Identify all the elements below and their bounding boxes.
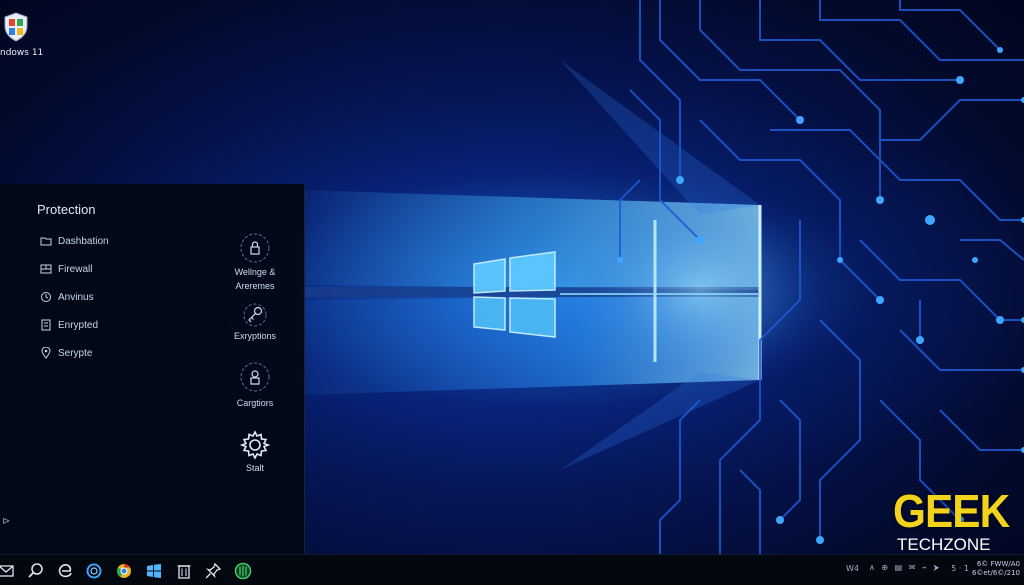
desktop-app-label: ndows 11 [0,48,44,58]
clock[interactable]: 6© FWW/A0 6©et/6©/210 [972,560,1020,578]
chrome-icon[interactable] [114,561,134,581]
protection-panel: Protection Dashbation Firewall Anvinus E… [0,184,305,554]
trash-icon[interactable] [174,561,194,581]
taskbar: W4 ∧ ⊕ ▤ ✉ ⌁ ⮞ 5 · 1 6© FWW/A0 6©et/6©/2… [0,554,1024,585]
menu-item-label: Anvinus [58,291,94,303]
action-label: Stalt [245,463,264,473]
start-button[interactable]: Stalt [210,430,300,474]
encryptions-button[interactable]: Exryptions [210,302,300,342]
menu-item-label: Firewall [58,263,93,275]
menu-item-label: Serypte [58,347,93,359]
action-label: Wellnge & [234,267,276,277]
action-label: Exryptions [233,331,277,341]
action-label-2: Areremes [235,281,275,291]
geek-techzone-watermark: GEEK TECHZONE [893,488,1013,558]
menu-item-dashboard[interactable]: Dashbation [40,232,109,250]
watermark-line1: GEEK [893,485,1010,537]
location-pin-icon [41,347,51,359]
menu-item-antivirus[interactable]: Anvinus [40,288,94,306]
system-tray[interactable]: W4 ∧ ⊕ ▤ ✉ ⌁ ⮞ 5 · 1 [846,563,969,573]
watermark-line2: TECHZONE [897,535,991,554]
settings-and-awareness-button[interactable]: Wellnge & Areremes [210,232,300,292]
menu-item-encrypted[interactable]: Enrypted [40,316,98,334]
pin-icon[interactable] [203,561,223,581]
firewall-icon [40,264,52,274]
menu-item-label: Dashbation [58,235,109,247]
search-icon[interactable] [26,561,46,581]
menu-item-firewall[interactable]: Firewall [40,260,92,278]
panel-title: Protection [37,202,96,217]
mail-icon[interactable] [0,561,16,581]
cortana-icon[interactable] [84,561,104,581]
menu-item-label: Enrypted [58,319,99,331]
gear-icon [240,430,270,460]
padlock-icon [240,362,270,392]
lock-icon [240,233,270,263]
edge-icon[interactable] [55,561,75,581]
tray-numbers: 5 · 1 [951,563,969,573]
desktop-app-shortcut[interactable]: ndows 11 [0,8,60,58]
defender-icon[interactable] [233,561,253,581]
collapse-glyph[interactable]: ⊳ [2,516,10,527]
defender-shield-icon [4,12,28,42]
key-icon [243,303,267,327]
tray-label: W4 [846,563,859,573]
clock-line2: 6©et/6©/210 [971,569,1020,577]
windows-icon[interactable] [144,561,164,581]
clock-line1: 6© FWW/A0 [976,560,1020,568]
tray-icons: ∧ ⊕ ▤ ✉ ⌁ ⮞ [869,563,942,572]
antivirus-icon [41,292,51,302]
folder-icon [40,237,52,246]
action-label: Cargtiors [236,398,274,408]
configurations-button[interactable]: Cargtiors [210,359,300,409]
menu-item-secure[interactable]: Serypte [40,344,92,362]
document-icon [41,319,51,331]
